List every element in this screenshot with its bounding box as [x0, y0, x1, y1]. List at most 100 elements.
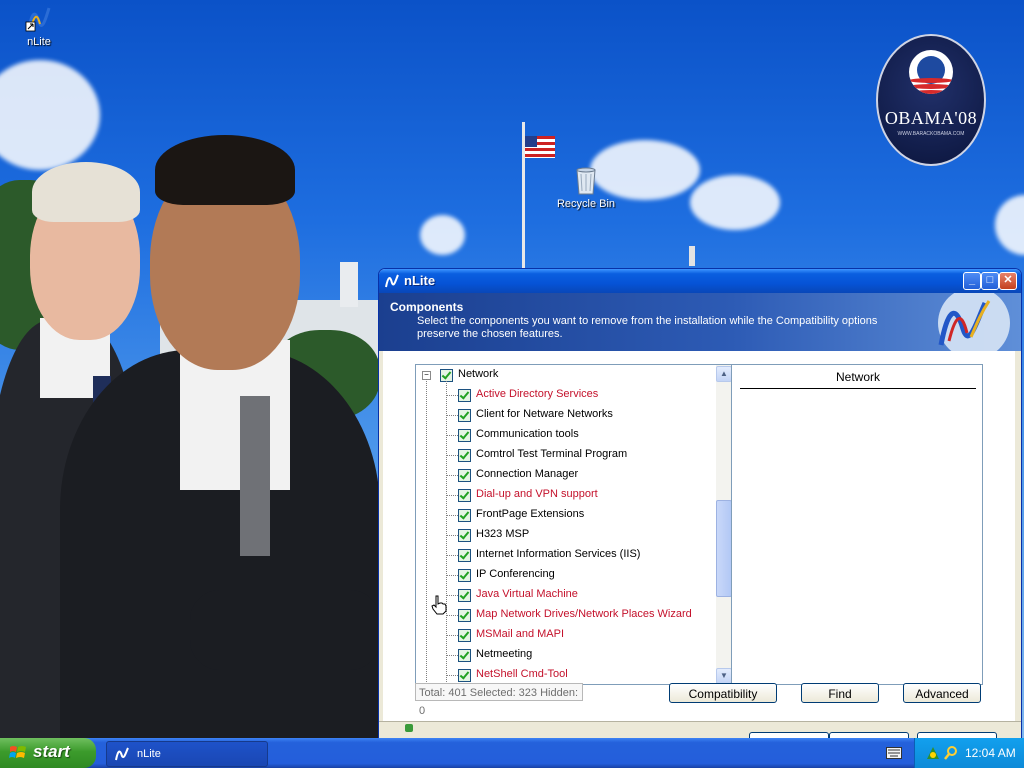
tree-item[interactable]: FrontPage Extensions: [416, 505, 716, 525]
tree-item[interactable]: MSMail and MAPI: [416, 625, 716, 645]
window-titlebar[interactable]: nLite _ □ ✕: [379, 269, 1021, 293]
system-tray: 12:04 AM: [914, 738, 1024, 768]
tree-item[interactable]: IP Conferencing: [416, 565, 716, 585]
tree-item[interactable]: Connection Manager: [416, 465, 716, 485]
checkbox-checked-icon[interactable]: [458, 529, 471, 542]
tree-guide-line: [446, 675, 458, 676]
tree-item[interactable]: Map Network Drives/Network Places Wizard: [416, 605, 716, 625]
checkbox-checked-icon[interactable]: [458, 449, 471, 462]
tree-item-label: Communication tools: [476, 428, 579, 440]
obama-logo: OBAMA'08 WWW.BARACKOBAMA.COM: [876, 34, 986, 166]
taskbar-item-nlite[interactable]: nLite: [106, 741, 268, 767]
network-icon[interactable]: [925, 745, 941, 761]
checkbox-checked-icon[interactable]: [458, 509, 471, 522]
desktop-icon-recycle-bin-label: Recycle Bin: [556, 198, 616, 210]
tree-item-label: NetShell Cmd-Tool: [476, 668, 568, 680]
desktop-icon-recycle-bin[interactable]: Recycle Bin: [554, 166, 618, 210]
tree-item[interactable]: Client for Netware Networks: [416, 405, 716, 425]
checkbox-checked-icon[interactable]: [458, 469, 471, 482]
compatibility-button[interactable]: Compatibility: [669, 683, 777, 703]
tree-guide-line: [446, 615, 458, 616]
nlite-icon: [385, 274, 399, 288]
wallpaper-cloud: [995, 195, 1024, 255]
tree-item-label: Java Virtual Machine: [476, 588, 578, 600]
checkbox-checked-icon[interactable]: [458, 409, 471, 422]
hand-cursor-icon: [431, 595, 447, 615]
taskbar: start nLite 12:04 AM: [0, 738, 1024, 768]
tree-item[interactable]: H323 MSP: [416, 525, 716, 545]
scrollbar-thumb[interactable]: [716, 500, 732, 597]
obama-logo-subtext: WWW.BARACKOBAMA.COM: [897, 131, 965, 137]
checkbox-checked-icon[interactable]: [458, 549, 471, 562]
checkbox-checked-icon[interactable]: [458, 669, 471, 682]
tree-root-label: Network: [458, 368, 499, 380]
tree-root-network[interactable]: − Network: [416, 365, 716, 385]
tree-item-label: Dial-up and VPN support: [476, 488, 598, 500]
checkbox-checked-icon[interactable]: [458, 489, 471, 502]
scroll-up-button[interactable]: ▲: [716, 366, 732, 382]
clock: 12:04 AM: [965, 746, 1016, 760]
tree-item[interactable]: Dial-up and VPN support: [416, 485, 716, 505]
tree-item-label: H323 MSP: [476, 528, 530, 540]
checkbox-checked-icon[interactable]: [458, 569, 471, 582]
page-description: Select the components you want to remove…: [417, 315, 878, 340]
checkbox-checked-icon[interactable]: [458, 589, 471, 602]
help-icon[interactable]: [405, 724, 413, 732]
nlite-icon: [115, 747, 129, 761]
folded-arms: [190, 590, 380, 670]
tree-item-label: IP Conferencing: [476, 568, 555, 580]
scroll-down-button[interactable]: ▼: [716, 668, 732, 684]
wallpaper-detail: [689, 246, 695, 266]
close-button[interactable]: ✕: [999, 272, 1017, 290]
keyboard-icon[interactable]: [886, 747, 902, 759]
windows-logo-icon: [9, 746, 26, 758]
tree-guide-line: [446, 655, 458, 656]
tree-guide-line: [446, 455, 458, 456]
tree-guide-line: [446, 395, 458, 396]
page-header: Components Select the components you wan…: [379, 293, 1021, 351]
tree-guide-line: [446, 535, 458, 536]
tree-item[interactable]: Netmeeting: [416, 645, 716, 665]
wallpaper-cloud: [420, 215, 465, 255]
tree-item[interactable]: Communication tools: [416, 425, 716, 445]
component-info-panel: Network: [731, 364, 983, 685]
tree-item[interactable]: Comtrol Test Terminal Program: [416, 445, 716, 465]
advanced-button[interactable]: Advanced: [903, 683, 981, 703]
nlite-window: nLite _ □ ✕ Components Select the compon…: [378, 268, 1022, 740]
maximize-button[interactable]: □: [981, 272, 999, 290]
tree-guide-line: [446, 515, 458, 516]
tree-guide-line: [446, 635, 458, 636]
start-button[interactable]: start: [0, 738, 96, 768]
tree-item[interactable]: NetShell Cmd-Tool: [416, 665, 716, 684]
components-panel: − Network Active Directory Services Clien…: [383, 351, 1015, 721]
checkbox-checked-icon[interactable]: [458, 389, 471, 402]
wallpaper-building-dome: [340, 262, 358, 307]
checkbox-checked-icon[interactable]: [458, 649, 471, 662]
tree-item[interactable]: Internet Information Services (IIS): [416, 545, 716, 565]
checkbox-checked-icon[interactable]: [458, 429, 471, 442]
find-button[interactable]: Find: [801, 683, 879, 703]
tree-guide-line: [446, 595, 458, 596]
info-panel-title: Network: [740, 370, 976, 389]
checkbox-checked-icon[interactable]: [458, 629, 471, 642]
tree-item-label: Netmeeting: [476, 648, 533, 660]
desktop-icon-nlite[interactable]: nLite: [16, 4, 62, 48]
nlite-logo-icon: [938, 293, 1010, 351]
search-icon[interactable]: [943, 745, 959, 761]
start-label: start: [33, 742, 70, 761]
tree-item[interactable]: Java Virtual Machine: [416, 585, 716, 605]
us-flag-icon: [525, 136, 555, 158]
minimize-button[interactable]: _: [963, 272, 981, 290]
obama-logo-text: OBAMA'08: [884, 108, 978, 128]
tree-item-label: Internet Information Services (IIS): [476, 548, 641, 560]
nlite-icon: [25, 7, 51, 32]
tree-item[interactable]: Active Directory Services: [416, 385, 716, 405]
desktop-icon-nlite-label: nLite: [27, 36, 51, 48]
checkbox-checked-icon[interactable]: [458, 609, 471, 622]
tree-guide-line: [446, 415, 458, 416]
tree-item-label: Comtrol Test Terminal Program: [476, 448, 628, 460]
tree-item-label: Client for Netware Networks: [476, 408, 613, 420]
tree-scrollbar[interactable]: ▲ ▼: [716, 365, 732, 684]
tree-item-label: MSMail and MAPI: [476, 628, 565, 640]
components-tree[interactable]: − Network Active Directory Services Clien…: [415, 364, 733, 685]
